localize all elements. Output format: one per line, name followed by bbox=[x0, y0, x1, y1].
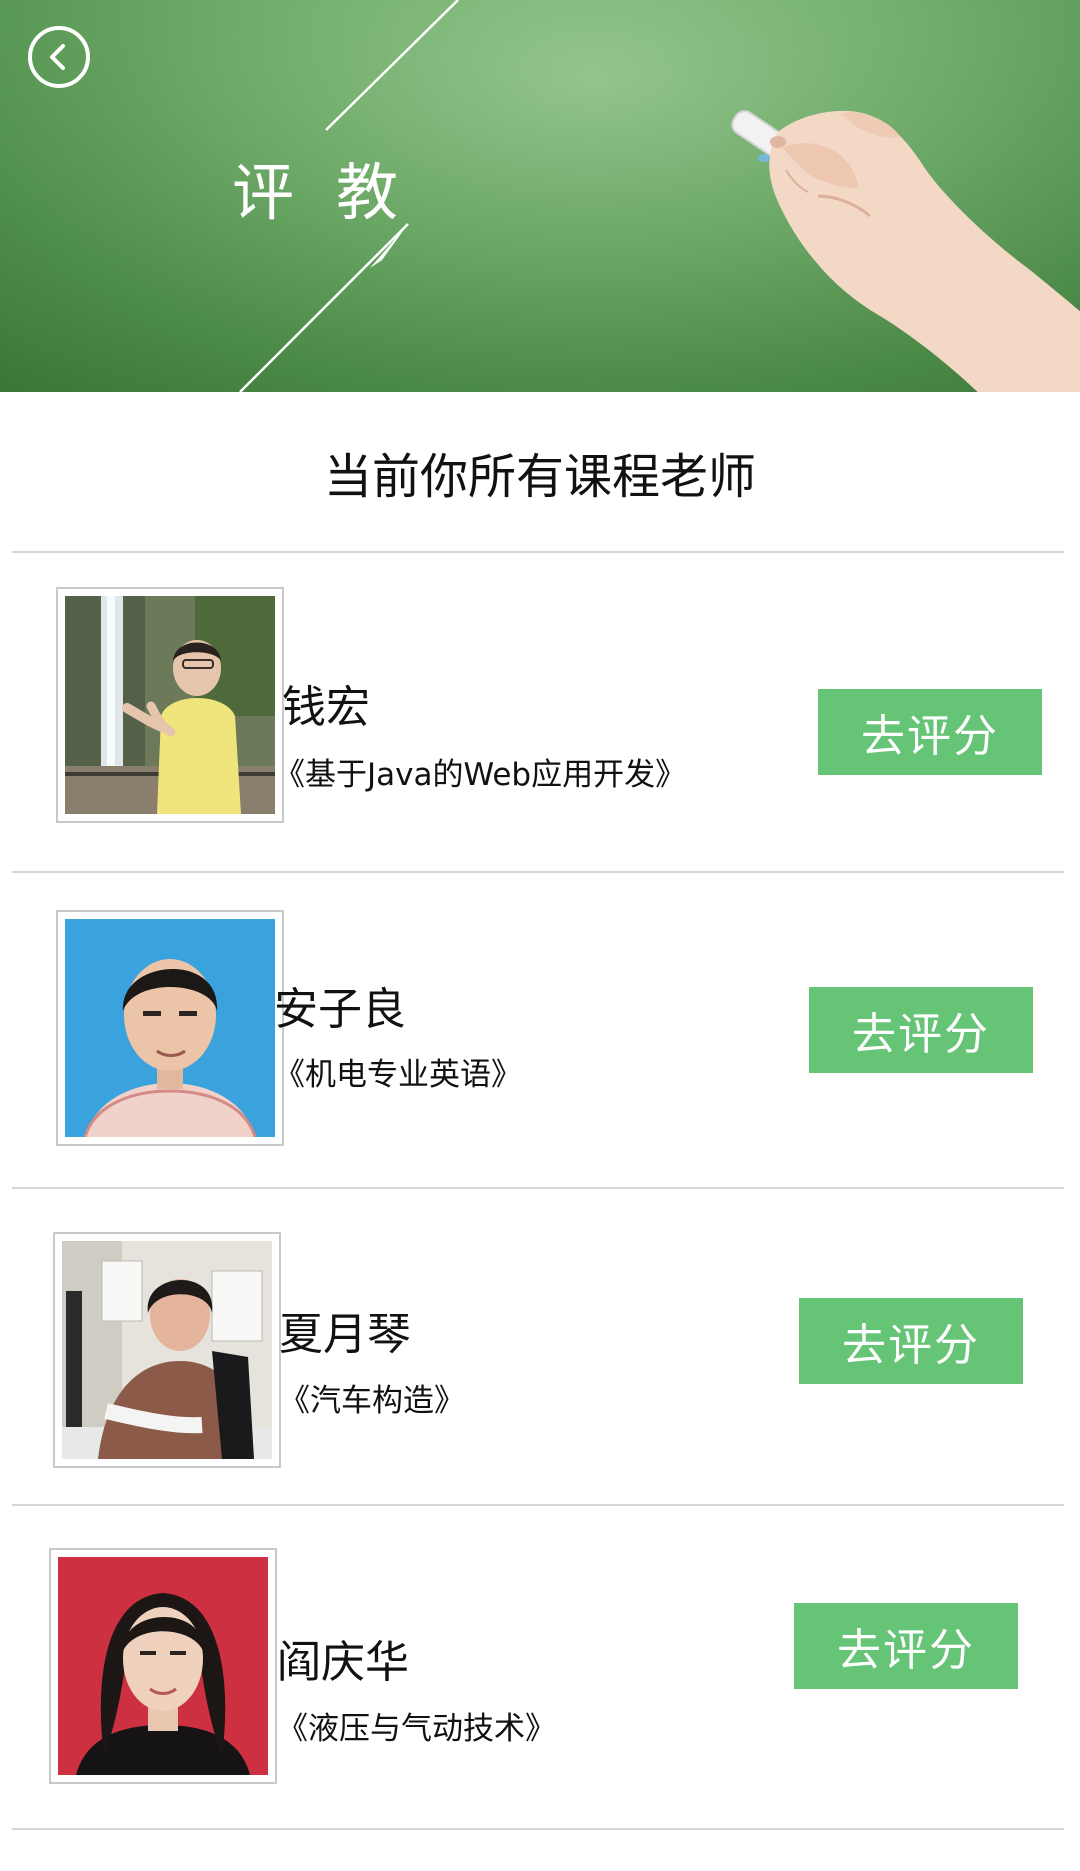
rate-button[interactable]: 去评分 bbox=[799, 1298, 1023, 1384]
course-name: 《机电专业英语》 bbox=[274, 1057, 522, 1093]
chevron-left-icon bbox=[50, 44, 65, 70]
rate-button[interactable]: 去评分 bbox=[794, 1603, 1018, 1689]
teacher-photo bbox=[62, 1241, 272, 1459]
teacher-name: 阎庆华 bbox=[277, 1637, 409, 1688]
course-name: 《基于Java的Web应用开发》 bbox=[274, 757, 687, 793]
page-title: 评教 bbox=[232, 156, 441, 229]
teacher-photo bbox=[58, 1557, 268, 1775]
teacher-name: 钱宏 bbox=[282, 682, 370, 733]
course-name: 《汽车构造》 bbox=[279, 1383, 465, 1419]
teacher-photo bbox=[65, 919, 275, 1137]
teacher-row: 阎庆华 《液压与气动技术》 去评分 bbox=[12, 1506, 1064, 1828]
hand-chalk-illustration bbox=[731, 110, 1080, 392]
teacher-row: 安子良 《机电专业英语》 去评分 bbox=[12, 873, 1064, 1187]
teacher-name: 夏月琴 bbox=[279, 1309, 411, 1360]
course-name: 《液压与气动技术》 bbox=[277, 1711, 556, 1747]
teacher-row: 夏月琴 《汽车构造》 去评分 bbox=[12, 1189, 1064, 1504]
header-banner: 评教 bbox=[0, 0, 1080, 392]
rate-button[interactable]: 去评分 bbox=[809, 987, 1033, 1073]
teacher-row: 钱宏 《基于Java的Web应用开发》 去评分 bbox=[12, 553, 1064, 871]
divider bbox=[12, 1828, 1064, 1830]
teacher-photo-frame bbox=[56, 587, 284, 823]
section-title: 当前你所有课程老师 bbox=[323, 449, 756, 505]
teacher-photo bbox=[65, 596, 275, 814]
back-button[interactable] bbox=[28, 26, 90, 88]
teacher-photo-frame bbox=[53, 1232, 281, 1468]
teacher-photo-frame bbox=[56, 910, 284, 1146]
teacher-photo-frame bbox=[49, 1548, 277, 1784]
teacher-name: 安子良 bbox=[274, 984, 406, 1035]
rate-button[interactable]: 去评分 bbox=[818, 689, 1042, 775]
